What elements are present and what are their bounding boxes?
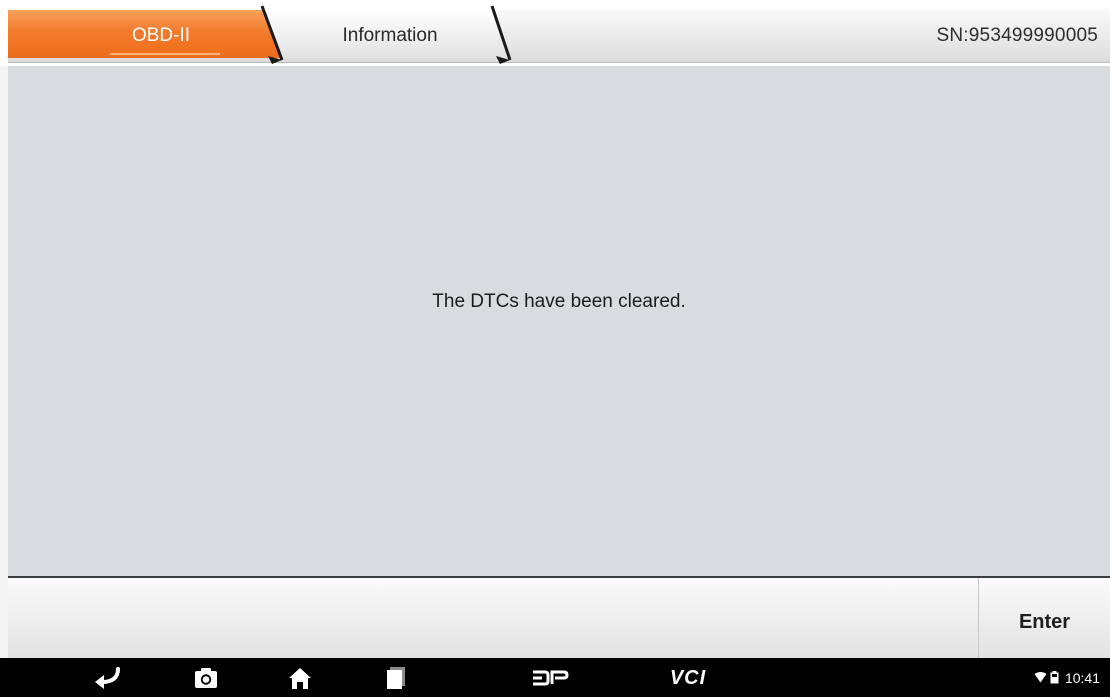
home-icon[interactable] (280, 662, 320, 694)
dp-icon[interactable] (530, 662, 570, 694)
tab-obd-ii[interactable]: OBD-II (86, 22, 236, 50)
action-bar: Enter (8, 578, 1110, 658)
vci-label: VCI (669, 666, 707, 689)
header: OBD-II Information SN:953499990005 (0, 0, 1110, 66)
vci-icon[interactable]: VCI (665, 662, 711, 694)
clock: 10:41 (1064, 669, 1100, 686)
back-icon[interactable] (87, 662, 127, 694)
diagnostic-screen: OBD-II Information SN:953499990005 The D… (0, 0, 1110, 697)
status-area: 10:41 (1034, 658, 1100, 697)
recent-apps-icon[interactable] (376, 662, 416, 694)
system-nav-bar: VCI 10:41 (0, 658, 1110, 697)
message-panel: The DTCs have been cleared. (8, 66, 1110, 576)
screenshot-icon[interactable] (186, 662, 226, 694)
battery-icon (1050, 671, 1059, 684)
status-message: The DTCs have been cleared. (432, 291, 686, 312)
tab-information[interactable]: Information (300, 22, 480, 50)
wifi-icon (1034, 672, 1047, 683)
serial-number: SN:953499990005 (936, 25, 1098, 46)
enter-button[interactable]: Enter (979, 578, 1110, 658)
